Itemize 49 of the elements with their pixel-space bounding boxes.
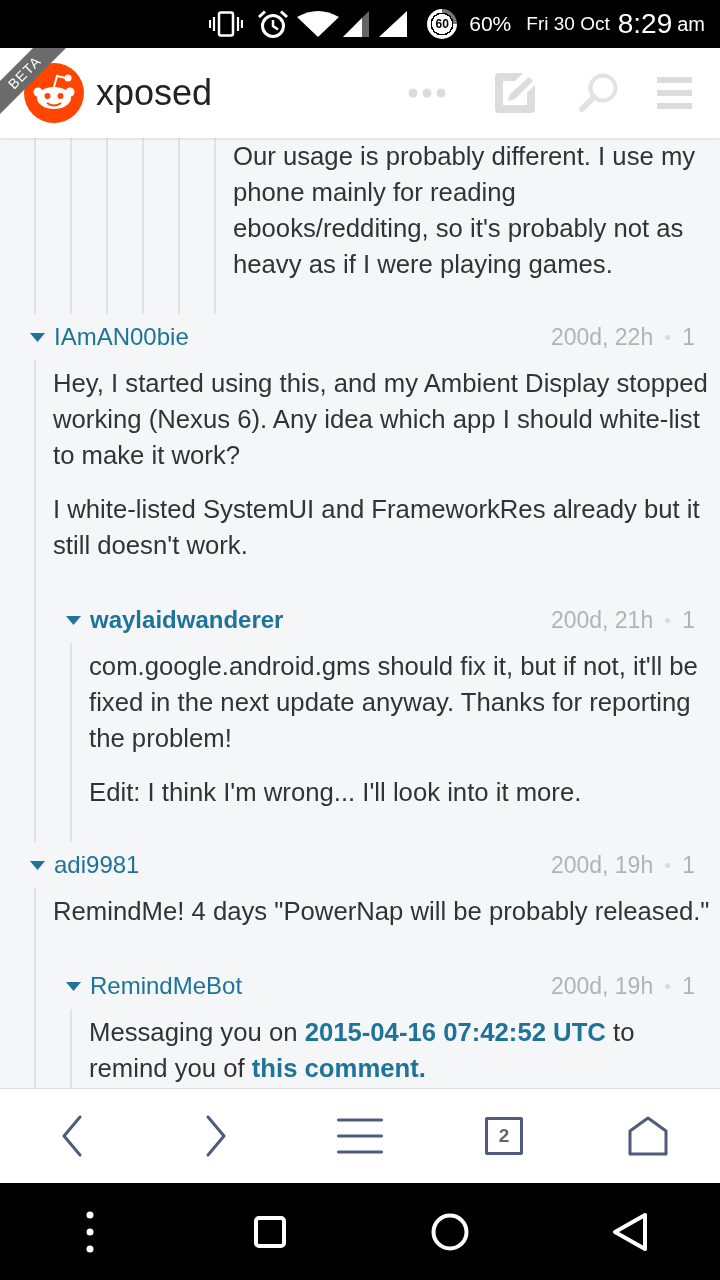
- back-icon[interactable]: [62, 1115, 82, 1157]
- username-link[interactable]: adi9981: [54, 851, 140, 879]
- points-count: 1: [682, 606, 695, 634]
- comment-text: Hey, I started using this, and my Ambient Display stopped working (Nexus 6). Any idea which app I should white-list to make it work?: [52, 368, 709, 471]
- comment-link[interactable]: 2015-04-16 07:42:52 UTC: [304, 1018, 606, 1046]
- username-link[interactable]: RemindMeBot: [90, 972, 243, 1000]
- caret-icon[interactable]: [30, 860, 45, 870]
- dot-icon: [665, 862, 671, 868]
- back-triangle-icon[interactable]: [612, 1211, 648, 1252]
- comment-age: 200d, 19h: [550, 972, 654, 1000]
- comment-text: Edit: I think I'm wrong... I'll look into it more.: [88, 777, 583, 808]
- points-count: 1: [682, 323, 695, 351]
- comment-text: Our usage is probably different. I use my phone mainly for reading ebooks/redditing, so it's probably not as heavy as if I were playing games.: [232, 141, 697, 280]
- battery-percent: 60%: [469, 12, 512, 36]
- dot-icon: [665, 617, 671, 623]
- wifi-icon: [297, 11, 340, 37]
- comment-link[interactable]: this comment.: [251, 1054, 426, 1082]
- overflow-dots-icon[interactable]: [86, 1210, 94, 1253]
- signal-icon: [343, 11, 370, 37]
- comment-text: Messaging you on 2015-04-16 07:42:52 UTC to remind you of this comment.: [88, 1017, 636, 1084]
- battery-ring-badge: 60: [427, 9, 458, 39]
- dot-icon: [665, 334, 671, 340]
- points-count: 1: [682, 851, 695, 879]
- vibrate-icon: [209, 11, 244, 37]
- comment-age: 200d, 21h: [550, 606, 654, 634]
- caret-icon[interactable]: [66, 981, 81, 991]
- status-meridiem: am: [677, 12, 705, 36]
- recents-square-icon[interactable]: [254, 1215, 286, 1248]
- signal-icon: [379, 11, 408, 37]
- subreddit-title: xposed: [96, 72, 213, 114]
- points-count: 1: [682, 972, 695, 1000]
- comment-text: com.google.android.gms should fix it, but if not, it'll be fixed in the next update anyway. Thanks for reporting the problem!: [88, 651, 699, 754]
- username-link[interactable]: waylaidwanderer: [90, 606, 284, 634]
- menu-icon[interactable]: [337, 1118, 383, 1154]
- alarm-clock-icon: [257, 9, 290, 39]
- comment-age: 200d, 19h: [550, 851, 654, 879]
- username-link[interactable]: IAmAN00bie: [54, 323, 189, 351]
- status-date: Fri 30 Oct: [526, 13, 610, 35]
- forward-icon[interactable]: [206, 1115, 226, 1157]
- home-icon[interactable]: [628, 1116, 668, 1156]
- dot-icon: [665, 983, 671, 989]
- comment-text: RemindMe! 4 days "PowerNap will be probably released.": [52, 896, 711, 927]
- status-time: 8:29: [617, 8, 673, 40]
- tabs-button[interactable]: 2: [485, 1117, 523, 1155]
- comment-age: 200d, 22h: [550, 323, 654, 351]
- home-circle-icon[interactable]: [431, 1212, 469, 1251]
- caret-icon[interactable]: [66, 615, 81, 625]
- caret-icon[interactable]: [30, 332, 45, 342]
- comment-text: I white-listed SystemUI and FrameworkRes already but it still doesn't work.: [52, 494, 701, 561]
